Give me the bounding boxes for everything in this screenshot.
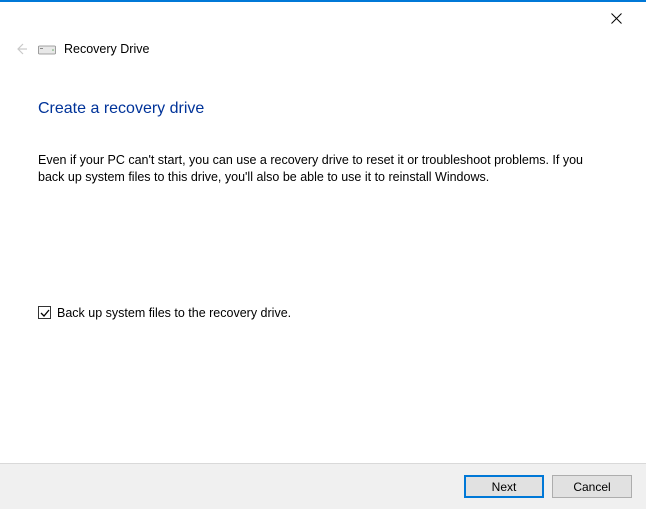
backup-checkbox[interactable]: [38, 306, 51, 319]
checkmark-icon: [40, 308, 50, 318]
recovery-drive-icon: [38, 42, 56, 56]
header: Recovery Drive: [0, 30, 646, 58]
backup-checkbox-label: Back up system files to the recovery dri…: [57, 306, 291, 320]
page-heading: Create a recovery drive: [38, 100, 608, 118]
footer: Next Cancel: [0, 463, 646, 509]
close-icon: [611, 13, 622, 24]
titlebar: [0, 2, 646, 30]
back-arrow-icon: [13, 41, 29, 57]
window-title: Recovery Drive: [64, 42, 149, 56]
backup-checkbox-row[interactable]: Back up system files to the recovery dri…: [38, 306, 608, 320]
content-area: Create a recovery drive Even if your PC …: [0, 58, 646, 320]
next-button[interactable]: Next: [464, 475, 544, 498]
close-button[interactable]: [596, 6, 636, 30]
description-text: Even if your PC can't start, you can use…: [38, 152, 598, 186]
cancel-button[interactable]: Cancel: [552, 475, 632, 498]
back-button: [12, 40, 30, 58]
